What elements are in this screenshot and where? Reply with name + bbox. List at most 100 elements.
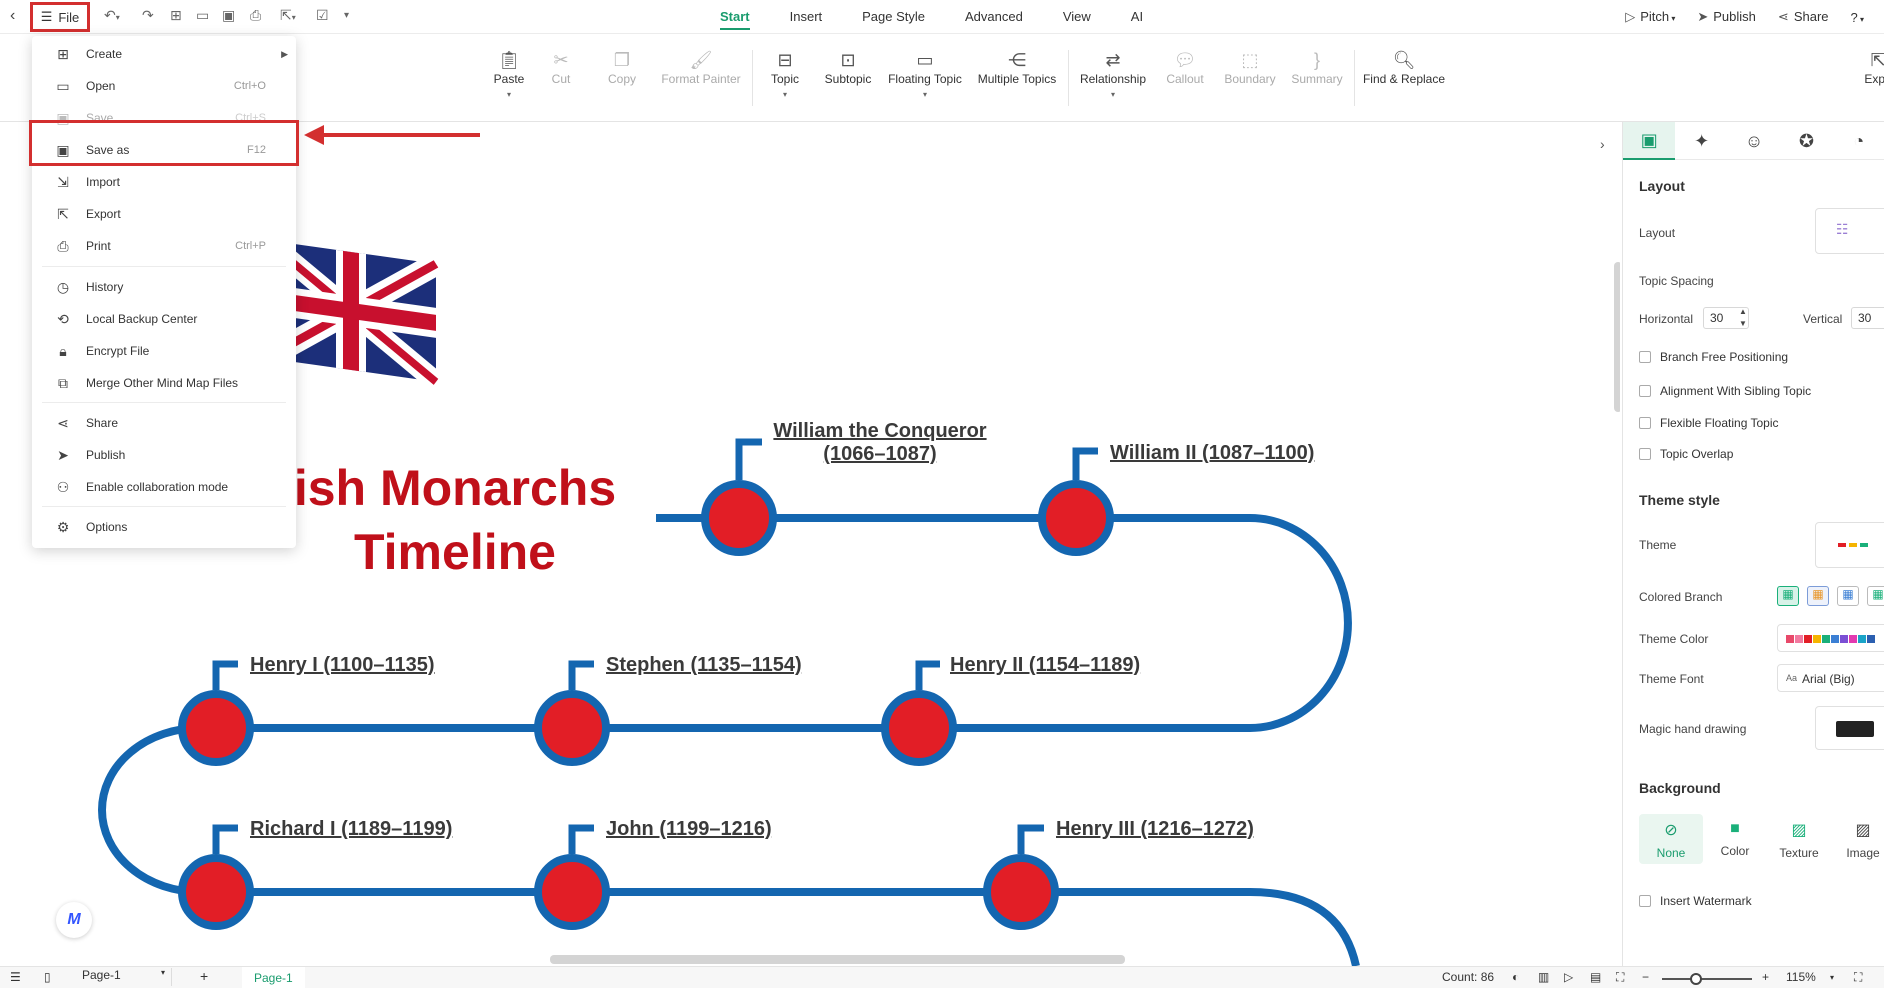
- find-replace-button[interactable]: 🔍︎ Find & Replace: [1362, 50, 1446, 86]
- zoom-in-icon[interactable]: +: [1762, 970, 1769, 984]
- publish-button[interactable]: ➤ Publish: [1697, 9, 1756, 25]
- tab-more[interactable]: ◔: [1833, 122, 1884, 160]
- tab-start[interactable]: Start: [700, 0, 770, 34]
- alignment-sibling-checkbox[interactable]: Alignment With Sibling Topic: [1639, 384, 1811, 398]
- callout-button[interactable]: 💬︎ Callout: [1164, 50, 1206, 86]
- monarch-topic[interactable]: Richard I (1189–1199): [250, 818, 452, 841]
- floating-topic-button[interactable]: ▭ Floating Topic ▾: [886, 50, 964, 99]
- tab-marker[interactable]: ☺: [1728, 122, 1780, 160]
- theme-picker[interactable]: [1815, 522, 1884, 568]
- timeline-title[interactable]: ish Monarchs Timeline: [270, 456, 640, 584]
- help-button[interactable]: ? ▾: [1851, 10, 1864, 25]
- tab-clipart[interactable]: ✪: [1780, 122, 1832, 160]
- cut-button[interactable]: ✂ Cut: [546, 50, 576, 86]
- bg-texture-option[interactable]: ▨ Texture: [1767, 814, 1831, 864]
- more-dropdown-icon[interactable]: ▾: [344, 10, 349, 21]
- zoom-dropdown-icon[interactable]: ▾: [1830, 973, 1834, 982]
- subtopic-button[interactable]: ⊡ Subtopic: [822, 50, 874, 86]
- branch-grid-icon[interactable]: ▦: [1867, 586, 1884, 606]
- theme-color-picker[interactable]: [1777, 624, 1884, 652]
- summary-button[interactable]: } Summary: [1290, 50, 1344, 86]
- layout-picker[interactable]: ☷: [1815, 208, 1884, 254]
- menu-item-import[interactable]: ⇲ Import: [32, 167, 296, 197]
- monarch-topic[interactable]: Henry II (1154–1189): [950, 654, 1140, 677]
- back-chevron-icon[interactable]: ‹: [10, 7, 15, 25]
- menu-item-export[interactable]: ⇱ Export: [32, 199, 296, 229]
- menu-item-print[interactable]: ⎙ Print Ctrl+P: [32, 231, 296, 261]
- menu-item-options[interactable]: ⚙ Options: [32, 512, 296, 542]
- list-view-icon[interactable]: ▤: [1590, 970, 1601, 984]
- pitch-button[interactable]: ▷ Pitch ▾: [1625, 9, 1675, 25]
- page-select[interactable]: Page-1 ▾: [72, 968, 172, 986]
- page-tab[interactable]: Page-1: [242, 967, 305, 988]
- panel-collapse-chevron-icon[interactable]: ›: [1600, 136, 1605, 152]
- print-icon[interactable]: ⎙: [250, 7, 261, 24]
- branch-grid-icon[interactable]: ▦: [1837, 586, 1859, 606]
- bg-image-option[interactable]: ▨ Image: [1831, 814, 1884, 864]
- tab-page-style[interactable]: Page Style: [842, 0, 945, 34]
- menu-item-local-backup[interactable]: ⟲ Local Backup Center: [32, 304, 296, 334]
- stepper-arrows-icon[interactable]: ▲ ▼: [1739, 306, 1747, 330]
- boundary-button[interactable]: ⬚ Boundary: [1222, 50, 1278, 86]
- share-button[interactable]: ⋖ Share: [1778, 9, 1829, 25]
- monarch-topic[interactable]: William the Conqueror (1066–1087): [770, 420, 990, 466]
- monarch-topic[interactable]: Henry III (1216–1272): [1056, 818, 1254, 841]
- menu-item-create[interactable]: ⊞ Create ▶: [32, 39, 296, 69]
- redo-icon[interactable]: ↷: [142, 7, 154, 24]
- new-file-icon[interactable]: ⊞: [170, 7, 182, 24]
- tab-style[interactable]: ▣: [1623, 122, 1676, 160]
- multiple-topics-button[interactable]: ⋲ Multiple Topics: [976, 50, 1058, 86]
- menu-item-open[interactable]: ▭ Open Ctrl+O: [32, 71, 296, 101]
- topic-overlap-checkbox[interactable]: Topic Overlap: [1639, 447, 1733, 461]
- bg-none-option[interactable]: ⊘ None: [1639, 814, 1703, 864]
- export-icon[interactable]: ⇱▾: [280, 7, 296, 24]
- zoom-level[interactable]: 115%: [1786, 970, 1816, 984]
- tab-ai-sparkle[interactable]: ✦: [1675, 122, 1727, 160]
- menu-item-publish[interactable]: ➤ Publish: [32, 440, 296, 470]
- fit-screen-icon[interactable]: ⛶: [1616, 970, 1624, 985]
- menu-item-share[interactable]: ⋖ Share: [32, 408, 296, 438]
- monarch-topic[interactable]: Henry I (1100–1135): [250, 654, 435, 677]
- menu-item-merge[interactable]: ⧉ Merge Other Mind Map Files: [32, 368, 296, 398]
- menu-item-history[interactable]: ◷ History: [32, 272, 296, 302]
- insert-watermark-checkbox[interactable]: Insert Watermark: [1639, 894, 1752, 908]
- book-view-icon[interactable]: ▥: [1538, 970, 1549, 984]
- outline-toggle-icon[interactable]: ☰: [10, 970, 21, 984]
- flexible-floating-checkbox[interactable]: Flexible Floating Topic: [1639, 416, 1779, 430]
- tab-ai[interactable]: AI: [1111, 0, 1163, 34]
- zoom-slider-handle[interactable]: [1690, 973, 1702, 985]
- undo-icon[interactable]: ↶▾: [104, 7, 120, 24]
- monarch-topic[interactable]: Stephen (1135–1154): [606, 654, 802, 677]
- tab-insert[interactable]: Insert: [770, 0, 843, 34]
- format-painter-button[interactable]: 🖌︎ Format Painter: [660, 50, 742, 86]
- horizontal-scrollbar[interactable]: [550, 955, 1125, 964]
- branch-grid-icon[interactable]: ▦: [1777, 586, 1799, 606]
- panel-toggle-icon[interactable]: ▯: [44, 970, 51, 984]
- focus-mode-icon[interactable]: ◐: [1512, 970, 1519, 984]
- vertical-spacing-input[interactable]: 30: [1851, 307, 1884, 329]
- open-folder-icon[interactable]: ▭: [196, 7, 209, 24]
- export-button[interactable]: ⇱ Expo: [1858, 50, 1884, 86]
- vertical-scrollbar[interactable]: [1614, 262, 1620, 412]
- branch-free-checkbox[interactable]: Branch Free Positioning: [1639, 350, 1788, 364]
- relationship-button[interactable]: ⇄ Relationship ▾: [1078, 50, 1148, 99]
- zoom-out-icon[interactable]: −: [1642, 970, 1649, 984]
- fullscreen-icon[interactable]: ⛶: [1854, 970, 1862, 985]
- zoom-slider[interactable]: [1662, 978, 1752, 980]
- bg-color-option[interactable]: ■ Color: [1703, 814, 1767, 864]
- paste-button[interactable]: 📋︎ Paste ▾: [484, 50, 534, 99]
- monarch-topic[interactable]: John (1199–1216): [606, 818, 772, 841]
- tab-advanced[interactable]: Advanced: [945, 0, 1043, 34]
- file-menu-button[interactable]: ☰ File: [30, 2, 90, 32]
- play-icon[interactable]: ▷: [1564, 970, 1573, 984]
- task-check-icon[interactable]: ☑: [316, 7, 329, 24]
- branch-grid-icon[interactable]: ▦: [1807, 586, 1829, 606]
- menu-item-encrypt[interactable]: 🔒︎ Encrypt File: [32, 336, 296, 366]
- add-page-icon[interactable]: +: [200, 968, 208, 984]
- monarch-topic[interactable]: William II (1087–1100): [1110, 442, 1314, 465]
- ai-assistant-icon[interactable]: M: [56, 902, 92, 938]
- topic-button[interactable]: ⊟ Topic ▾: [766, 50, 804, 99]
- theme-font-select[interactable]: Aa Arial (Big): [1777, 664, 1884, 692]
- save-icon[interactable]: ▣: [222, 7, 235, 24]
- magic-hand-toggle[interactable]: [1815, 706, 1884, 750]
